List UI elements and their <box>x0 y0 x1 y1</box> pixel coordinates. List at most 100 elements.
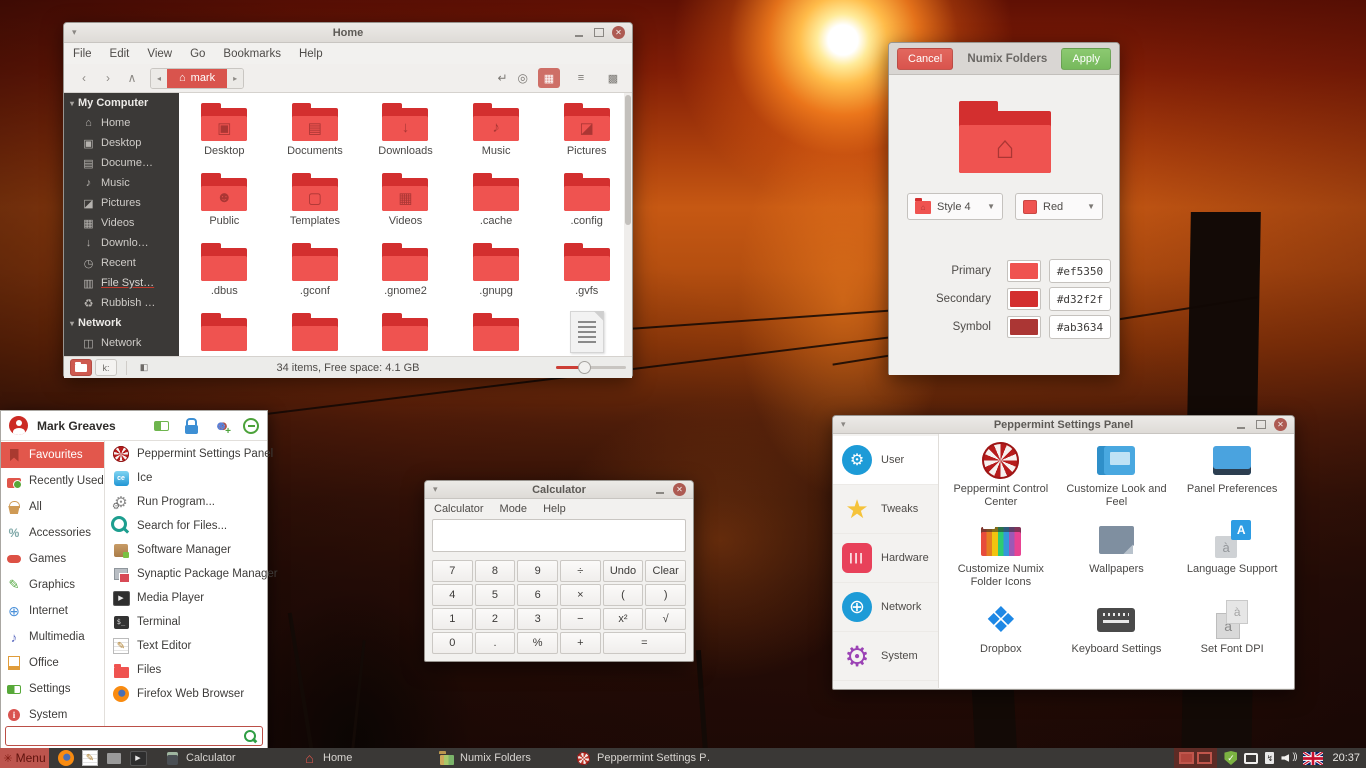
sidebar-item-desktop[interactable]: ▣Desktop <box>64 133 179 153</box>
app-files[interactable]: Files <box>105 658 278 682</box>
workspace-switcher[interactable] <box>1174 748 1217 768</box>
scrollbar[interactable] <box>624 93 632 356</box>
category-settings[interactable]: Settings <box>1 676 104 702</box>
calc-button-0[interactable]: 0 <box>432 632 473 654</box>
cancel-button[interactable]: Cancel <box>897 48 953 70</box>
task-numix-folders[interactable]: Numix Folders <box>435 751 572 766</box>
locate-icon[interactable]: ◎ <box>518 71 528 85</box>
calc-button-x[interactable]: x² <box>603 608 644 630</box>
color-dropdown[interactable]: Red ▼ <box>1015 193 1103 220</box>
file-item-videos[interactable]: ▦Videos <box>360 173 451 243</box>
settings-item-wallpapers[interactable]: Wallpapers <box>1059 520 1175 600</box>
category-accessories[interactable]: Accessories <box>1 520 104 546</box>
file-item-item[interactable] <box>179 313 270 356</box>
category-all[interactable]: All <box>1 494 104 520</box>
switch-user-icon[interactable] <box>213 418 229 434</box>
hex-input[interactable] <box>1049 287 1111 311</box>
back-icon[interactable]: ‹ <box>72 71 96 85</box>
minimize-button[interactable] <box>572 26 585 39</box>
sidebar-item-file-syst[interactable]: ▥File Syst… <box>64 273 179 293</box>
style-dropdown[interactable]: Style 4 ▼ <box>907 193 1003 220</box>
menu-view[interactable]: View <box>147 48 172 60</box>
settings-item-keyboard-settings[interactable]: Keyboard Settings <box>1059 600 1175 680</box>
workspace-2[interactable] <box>1197 752 1212 764</box>
file-item-templates[interactable]: ▢Templates <box>270 173 361 243</box>
color-swatch-button[interactable] <box>1007 260 1041 282</box>
settings-item-language-support[interactable]: Language Support <box>1174 520 1290 600</box>
category-office[interactable]: Office <box>1 650 104 676</box>
calc-button-1[interactable]: 1 <box>432 608 473 630</box>
menu-file[interactable]: File <box>73 48 92 60</box>
category-recently-used[interactable]: Recently Used <box>1 468 104 494</box>
menu-bookmarks[interactable]: Bookmarks <box>223 48 281 60</box>
breadcrumb-left-icon[interactable]: ◂ <box>151 69 167 88</box>
calc-button-item[interactable]: + <box>560 632 601 654</box>
file-item-gnome2[interactable]: .gnome2 <box>360 243 451 313</box>
display-icon[interactable] <box>1244 753 1258 764</box>
battery-icon[interactable]: ↯ <box>1265 752 1274 764</box>
minimize-button[interactable] <box>653 483 666 496</box>
sidebar-item-music[interactable]: ♪Music <box>64 173 179 193</box>
category-games[interactable]: Games <box>1 546 104 572</box>
search-icon[interactable] <box>243 729 257 743</box>
sidebar-item-downlo[interactable]: ↓Downlo… <box>64 233 179 253</box>
breadcrumb-home-button[interactable]: ⌂mark <box>167 69 227 88</box>
workspace-1[interactable] <box>1179 752 1194 764</box>
task-calculator[interactable]: Calculator <box>161 751 298 766</box>
file-manager-launcher-icon[interactable] <box>105 749 123 767</box>
calc-button-item[interactable]: ( <box>603 584 644 606</box>
search-input[interactable] <box>6 728 243 744</box>
lock-screen-icon[interactable] <box>183 418 199 434</box>
category-multimedia[interactable]: Multimedia <box>1 624 104 650</box>
breadcrumb-right-icon[interactable]: ▸ <box>227 69 243 88</box>
keyboard-flag-icon[interactable] <box>1303 752 1323 765</box>
close-button[interactable]: ✕ <box>612 26 625 39</box>
calc-button-clear[interactable]: Clear <box>645 560 686 582</box>
forward-icon[interactable]: › <box>96 71 120 85</box>
settings-item-customize-numix-folder-icons[interactable]: Customize Numix Folder Icons <box>943 520 1059 600</box>
settings-tab-system[interactable]: System <box>833 632 938 681</box>
apply-button[interactable]: Apply <box>1061 48 1111 70</box>
app-ice[interactable]: Ice <box>105 466 278 490</box>
settings-tab-user[interactable]: User <box>833 436 938 485</box>
sidebar-item-videos[interactable]: ▦Videos <box>64 213 179 233</box>
calc-button-item[interactable]: × <box>560 584 601 606</box>
menu-button[interactable]: ✳ Menu <box>0 748 49 768</box>
close-button[interactable]: ✕ <box>673 483 686 496</box>
file-item-desktop[interactable]: ▣Desktop <box>179 103 270 173</box>
menu-go[interactable]: Go <box>190 48 205 60</box>
task-peppermint-settings-p[interactable]: Peppermint Settings P… <box>572 751 709 766</box>
file-item-documents[interactable]: ▤Documents <box>270 103 361 173</box>
file-item-item[interactable] <box>360 313 451 356</box>
settings-item-customize-look-and-feel[interactable]: Customize Look and Feel <box>1059 440 1175 520</box>
sidebar-item-home[interactable]: ⌂Home <box>64 113 179 133</box>
settings-tab-tweaks[interactable]: Tweaks <box>833 485 938 534</box>
settings-item-set-font-dpi[interactable]: Set Font DPI <box>1174 600 1290 680</box>
file-item-document[interactable] <box>541 313 632 356</box>
settings-item-dropbox[interactable]: Dropbox <box>943 600 1059 680</box>
profile-icon[interactable] <box>153 418 169 434</box>
menu-edit[interactable]: Edit <box>110 48 130 60</box>
media-player-launcher-icon[interactable] <box>129 749 147 767</box>
category-favourites[interactable]: Favourites <box>1 442 104 468</box>
file-item-gnupg[interactable]: .gnupg <box>451 243 542 313</box>
clock[interactable]: 20:37 <box>1332 752 1360 764</box>
calc-button-5[interactable]: 5 <box>475 584 516 606</box>
calc-button-8[interactable]: 8 <box>475 560 516 582</box>
file-item-gvfs[interactable]: .gvfs <box>541 243 632 313</box>
settings-titlebar[interactable]: ▾ Peppermint Settings Panel ✕ <box>833 416 1294 434</box>
settings-item-peppermint-control-center[interactable]: Peppermint Control Center <box>943 440 1059 520</box>
calculator-display[interactable] <box>432 519 686 552</box>
calc-button-item[interactable]: . <box>475 632 516 654</box>
task-home[interactable]: Home <box>298 751 435 766</box>
file-item-item[interactable] <box>270 313 361 356</box>
sidebar-item-rubbish[interactable]: ♻Rubbish … <box>64 293 179 313</box>
app-firefox-web-browser[interactable]: Firefox Web Browser <box>105 682 278 706</box>
calc-button-4[interactable]: 4 <box>432 584 473 606</box>
calc-button-9[interactable]: 9 <box>517 560 558 582</box>
sidebar-section-network[interactable]: ▾Network <box>64 313 179 333</box>
settings-tab-network[interactable]: Network <box>833 583 938 632</box>
file-item-cache[interactable]: .cache <box>451 173 542 243</box>
file-item-pictures[interactable]: ◪Pictures <box>541 103 632 173</box>
calc-button-item[interactable]: ÷ <box>560 560 601 582</box>
